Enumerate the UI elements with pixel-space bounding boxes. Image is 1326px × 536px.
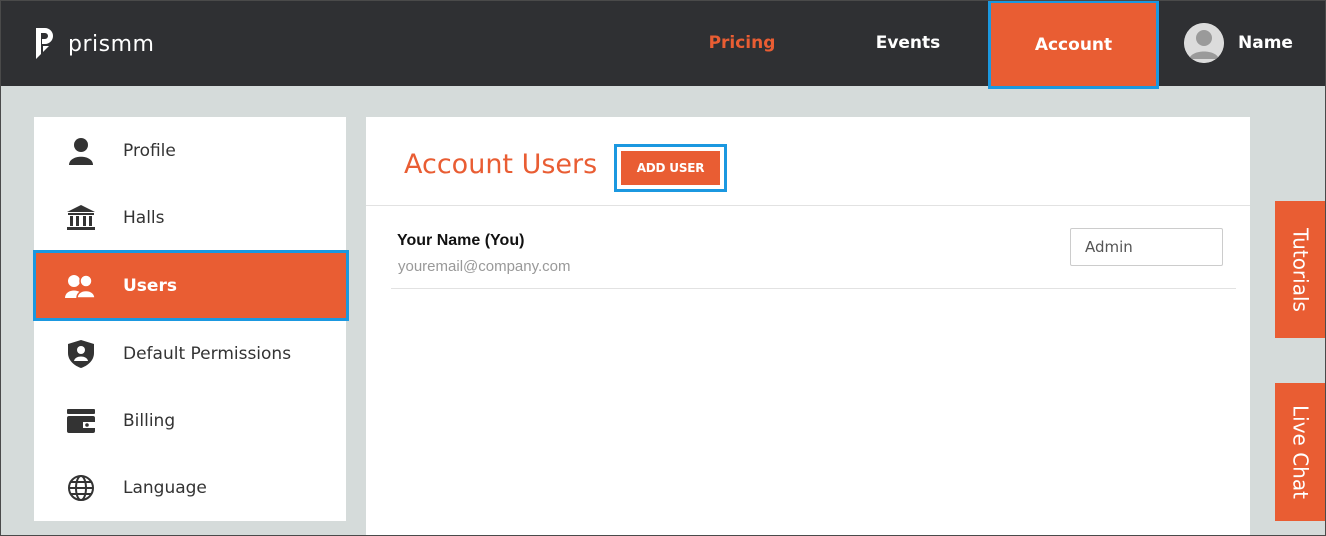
users-icon <box>65 271 95 301</box>
sidebar-item-label: Halls <box>123 207 165 228</box>
user-row-name: Your Name (You) <box>397 232 525 249</box>
top-navigation-bar: prismm Pricing Events Account Name <box>0 0 1326 89</box>
panel-header: Account Users ADD USER <box>366 117 1250 206</box>
role-select[interactable]: Admin <box>1070 228 1223 266</box>
shield-icon <box>66 339 96 369</box>
add-user-button[interactable]: ADD USER <box>621 151 720 185</box>
sidebar-item-label: Default Permissions <box>123 343 292 364</box>
sidebar-item-users[interactable]: Users <box>33 250 349 321</box>
avatar <box>1184 23 1224 63</box>
wallet-icon <box>66 406 96 436</box>
nav-events[interactable]: Events <box>858 0 958 86</box>
tutorials-tab-label: Tutorials <box>1288 227 1313 312</box>
sidebar-item-language[interactable]: Language <box>34 454 346 521</box>
add-user-highlight: ADD USER <box>614 144 727 192</box>
sidebar-item-label: Language <box>123 477 207 498</box>
sidebar-item-profile[interactable]: Profile <box>34 117 346 184</box>
tutorials-tab[interactable]: Tutorials <box>1275 201 1326 338</box>
globe-icon <box>66 473 96 503</box>
live-chat-tab[interactable]: Live Chat <box>1275 383 1326 521</box>
logo[interactable]: prismm <box>34 28 154 60</box>
sidebar: Profile Halls Users Default Permissions … <box>33 117 349 521</box>
sidebar-item-label: Users <box>123 275 177 296</box>
user-menu[interactable]: Name <box>1184 22 1293 64</box>
logo-text: prismm <box>68 31 155 57</box>
sidebar-item-halls[interactable]: Halls <box>34 184 346 251</box>
user-row-email: youremail@company.com <box>398 258 571 275</box>
live-chat-tab-label: Live Chat <box>1288 405 1313 499</box>
nav-account[interactable]: Account <box>988 0 1159 89</box>
main-panel: Account Users ADD USER Your Name (You) y… <box>366 117 1250 536</box>
user-name: Name <box>1238 33 1293 53</box>
sidebar-item-billing[interactable]: Billing <box>34 387 346 454</box>
nav-pricing[interactable]: Pricing <box>690 0 794 86</box>
sidebar-item-default-permissions[interactable]: Default Permissions <box>34 320 346 387</box>
person-icon <box>66 136 96 166</box>
table-row: Your Name (You) youremail@company.com Ad… <box>391 222 1236 289</box>
avatar-person-icon <box>1184 23 1224 63</box>
prismm-logo-icon <box>36 28 53 59</box>
sidebar-item-label: Profile <box>123 140 176 161</box>
page-title: Account Users <box>404 149 598 180</box>
building-icon <box>66 203 96 233</box>
sidebar-item-label: Billing <box>123 410 176 431</box>
